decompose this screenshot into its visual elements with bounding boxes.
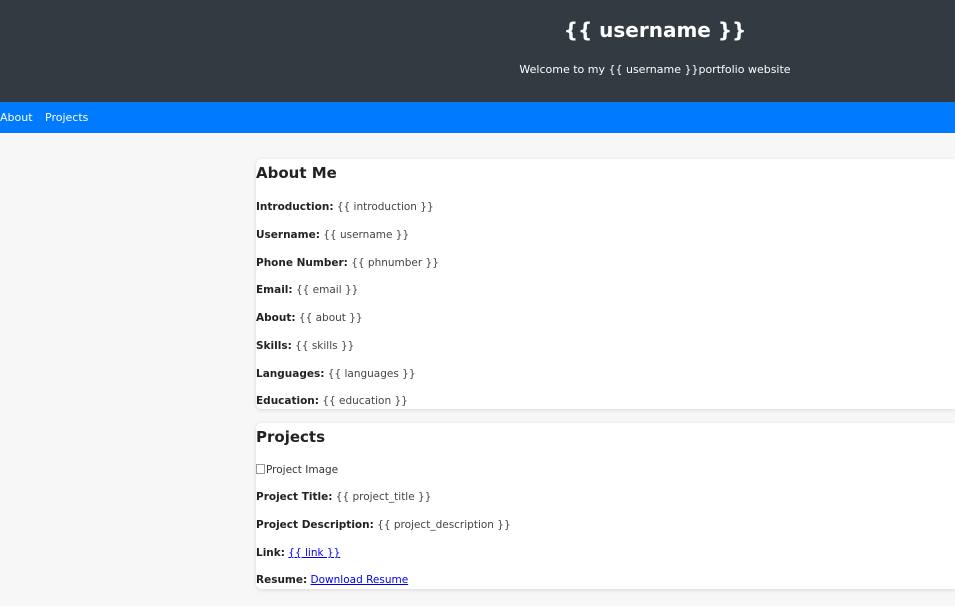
field-label: Email: — [256, 284, 293, 296]
about-row-email: Email: {{ email }} — [256, 284, 358, 296]
project-image: Project Image — [256, 464, 338, 478]
field-value: {{ education }} — [322, 395, 408, 407]
field-label: Introduction: — [256, 201, 334, 213]
field-label: Languages: — [256, 368, 325, 380]
field-value: {{ project_title }} — [335, 491, 432, 503]
project-link-row: Link: {{ link }} — [256, 547, 340, 559]
field-value: {{ introduction }} — [336, 201, 434, 213]
project-description-row: Project Description: {{ project_descript… — [256, 519, 511, 531]
field-label: About: — [256, 312, 296, 324]
field-value: {{ phnumber }} — [351, 257, 439, 269]
project-image-alt: Project Image — [266, 464, 339, 476]
field-label: Link: — [256, 547, 285, 559]
site-subtitle: Welcome to my {{ username }}portfolio we… — [519, 63, 791, 76]
image-placeholder-icon — [256, 464, 265, 474]
site-title: {{ username }} — [563, 18, 747, 42]
field-value: {{ languages }} — [327, 368, 416, 380]
about-row-username: Username: {{ username }} — [256, 229, 409, 241]
field-value: {{ about }} — [298, 312, 363, 324]
field-value: {{ email }} — [295, 284, 359, 296]
about-row-introduction: Introduction: {{ introduction }} — [256, 201, 434, 213]
field-label: Education: — [256, 395, 319, 407]
field-label: Project Title: — [256, 491, 333, 503]
download-resume-link[interactable]: Download Resume — [311, 574, 409, 586]
about-row-phone: Phone Number: {{ phnumber }} — [256, 257, 439, 269]
about-section: About Me Introduction: {{ introduction }… — [256, 159, 955, 409]
field-label: Skills: — [256, 340, 292, 352]
projects-section: Projects Project Image Project Title: {{… — [256, 423, 955, 589]
resume-row: Resume: Download Resume — [256, 574, 408, 586]
projects-heading: Projects — [256, 428, 326, 446]
field-label: Resume: — [256, 574, 308, 586]
field-label: Project Description: — [256, 519, 374, 531]
field-label: Phone Number: — [256, 257, 348, 269]
nav-link-about[interactable]: About — [0, 111, 33, 124]
about-heading: About Me — [256, 164, 337, 182]
about-row-languages: Languages: {{ languages }} — [256, 368, 416, 380]
nav-link-projects[interactable]: Projects — [45, 111, 88, 124]
project-link[interactable]: {{ link }} — [288, 547, 340, 559]
about-row-about: About: {{ about }} — [256, 312, 363, 324]
project-title-row: Project Title: {{ project_title }} — [256, 491, 431, 503]
broken-image-icon: Project Image — [256, 464, 338, 476]
top-nav: About Projects — [0, 102, 955, 133]
field-value: {{ username }} — [323, 229, 410, 241]
field-value: {{ skills }} — [295, 340, 355, 352]
field-value: {{ project_description }} — [377, 519, 511, 531]
about-row-education: Education: {{ education }} — [256, 395, 408, 407]
site-header: {{ username }} Welcome to my {{ username… — [0, 0, 955, 102]
field-label: Username: — [256, 229, 320, 241]
about-row-skills: Skills: {{ skills }} — [256, 340, 354, 352]
